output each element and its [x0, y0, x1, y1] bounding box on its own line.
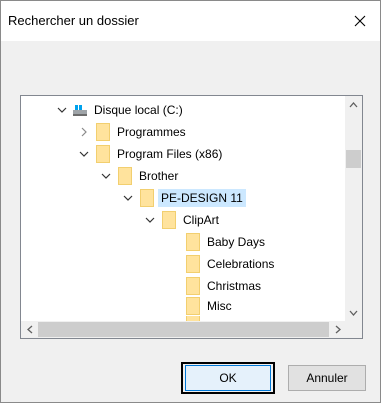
scroll-down-button[interactable] [345, 304, 362, 321]
folder-icon [118, 167, 132, 185]
drive-icon [73, 105, 87, 116]
tree-item-program-files-x86[interactable]: Program Files (x86) [76, 144, 225, 164]
tree-item-celebrations[interactable]: Celebrations [166, 254, 277, 274]
ok-button[interactable]: OK [185, 365, 271, 391]
close-button[interactable] [340, 1, 380, 41]
folder-icon [140, 189, 154, 207]
scroll-right-button[interactable] [329, 321, 346, 338]
chevron-down-icon[interactable] [120, 188, 136, 208]
folder-icon [96, 123, 110, 141]
tree-item-label: PE-DESIGN 11 [158, 189, 246, 207]
close-icon [354, 15, 366, 27]
folder-icon [186, 255, 200, 273]
tree-item-misc[interactable]: Misc [166, 296, 235, 316]
folder-icon [186, 297, 200, 315]
chevron-down-icon[interactable] [98, 166, 114, 186]
tree-item-christmas[interactable]: Christmas [166, 276, 264, 296]
tree-item-baby-days[interactable]: Baby Days [166, 232, 268, 252]
folder-browser-dialog: Rechercher un dossier Disque local (C:) [0, 0, 381, 403]
chevron-left-icon [26, 325, 32, 334]
tree-item-label: Misc [207, 299, 232, 313]
tree-item-label: Celebrations [207, 257, 275, 271]
folder-icon [96, 145, 110, 163]
folder-icon [186, 277, 200, 295]
chevron-up-icon [349, 101, 358, 107]
tree-item-label: ClipArt [183, 213, 220, 227]
tree-item-label: Programmes [117, 125, 186, 139]
chevron-down-icon [349, 310, 358, 316]
chevron-down-icon[interactable] [54, 100, 70, 120]
folder-icon [186, 233, 200, 251]
tree-item-label: Baby Days [207, 235, 266, 249]
scroll-left-button[interactable] [21, 321, 38, 338]
scrollbar-corner [345, 321, 362, 338]
horizontal-scrollbar[interactable] [21, 321, 346, 338]
chevron-down-icon[interactable] [142, 210, 158, 230]
title-bar: Rechercher un dossier [1, 1, 380, 41]
tree-item-label: Disque local (C:) [94, 103, 183, 117]
tree-item-brother[interactable]: Brother [98, 166, 181, 186]
horizontal-scroll-thumb[interactable] [38, 322, 329, 337]
tree-item-pe-design-11[interactable]: PE-DESIGN 11 [120, 188, 246, 208]
vertical-scrollbar[interactable] [345, 96, 362, 321]
tree-item-clipart[interactable]: ClipArt [142, 210, 222, 230]
tree-item-label: Brother [139, 169, 179, 183]
tree-item-programmes[interactable]: Programmes [76, 122, 189, 142]
folder-tree[interactable]: Disque local (C:) Programmes Program Fil… [20, 95, 363, 339]
tree-item-disque-local[interactable]: Disque local (C:) [54, 100, 186, 120]
chevron-right-icon[interactable] [76, 122, 92, 142]
folder-icon [162, 211, 176, 229]
chevron-right-icon [335, 325, 341, 334]
scroll-up-button[interactable] [345, 96, 362, 113]
vertical-scroll-thumb[interactable] [346, 150, 361, 168]
tree-item-label: Christmas [207, 279, 262, 293]
dialog-title: Rechercher un dossier [8, 13, 139, 28]
tree-item-label: Program Files (x86) [117, 147, 223, 161]
chevron-down-icon[interactable] [76, 144, 92, 164]
cancel-button[interactable]: Annuler [288, 365, 366, 391]
